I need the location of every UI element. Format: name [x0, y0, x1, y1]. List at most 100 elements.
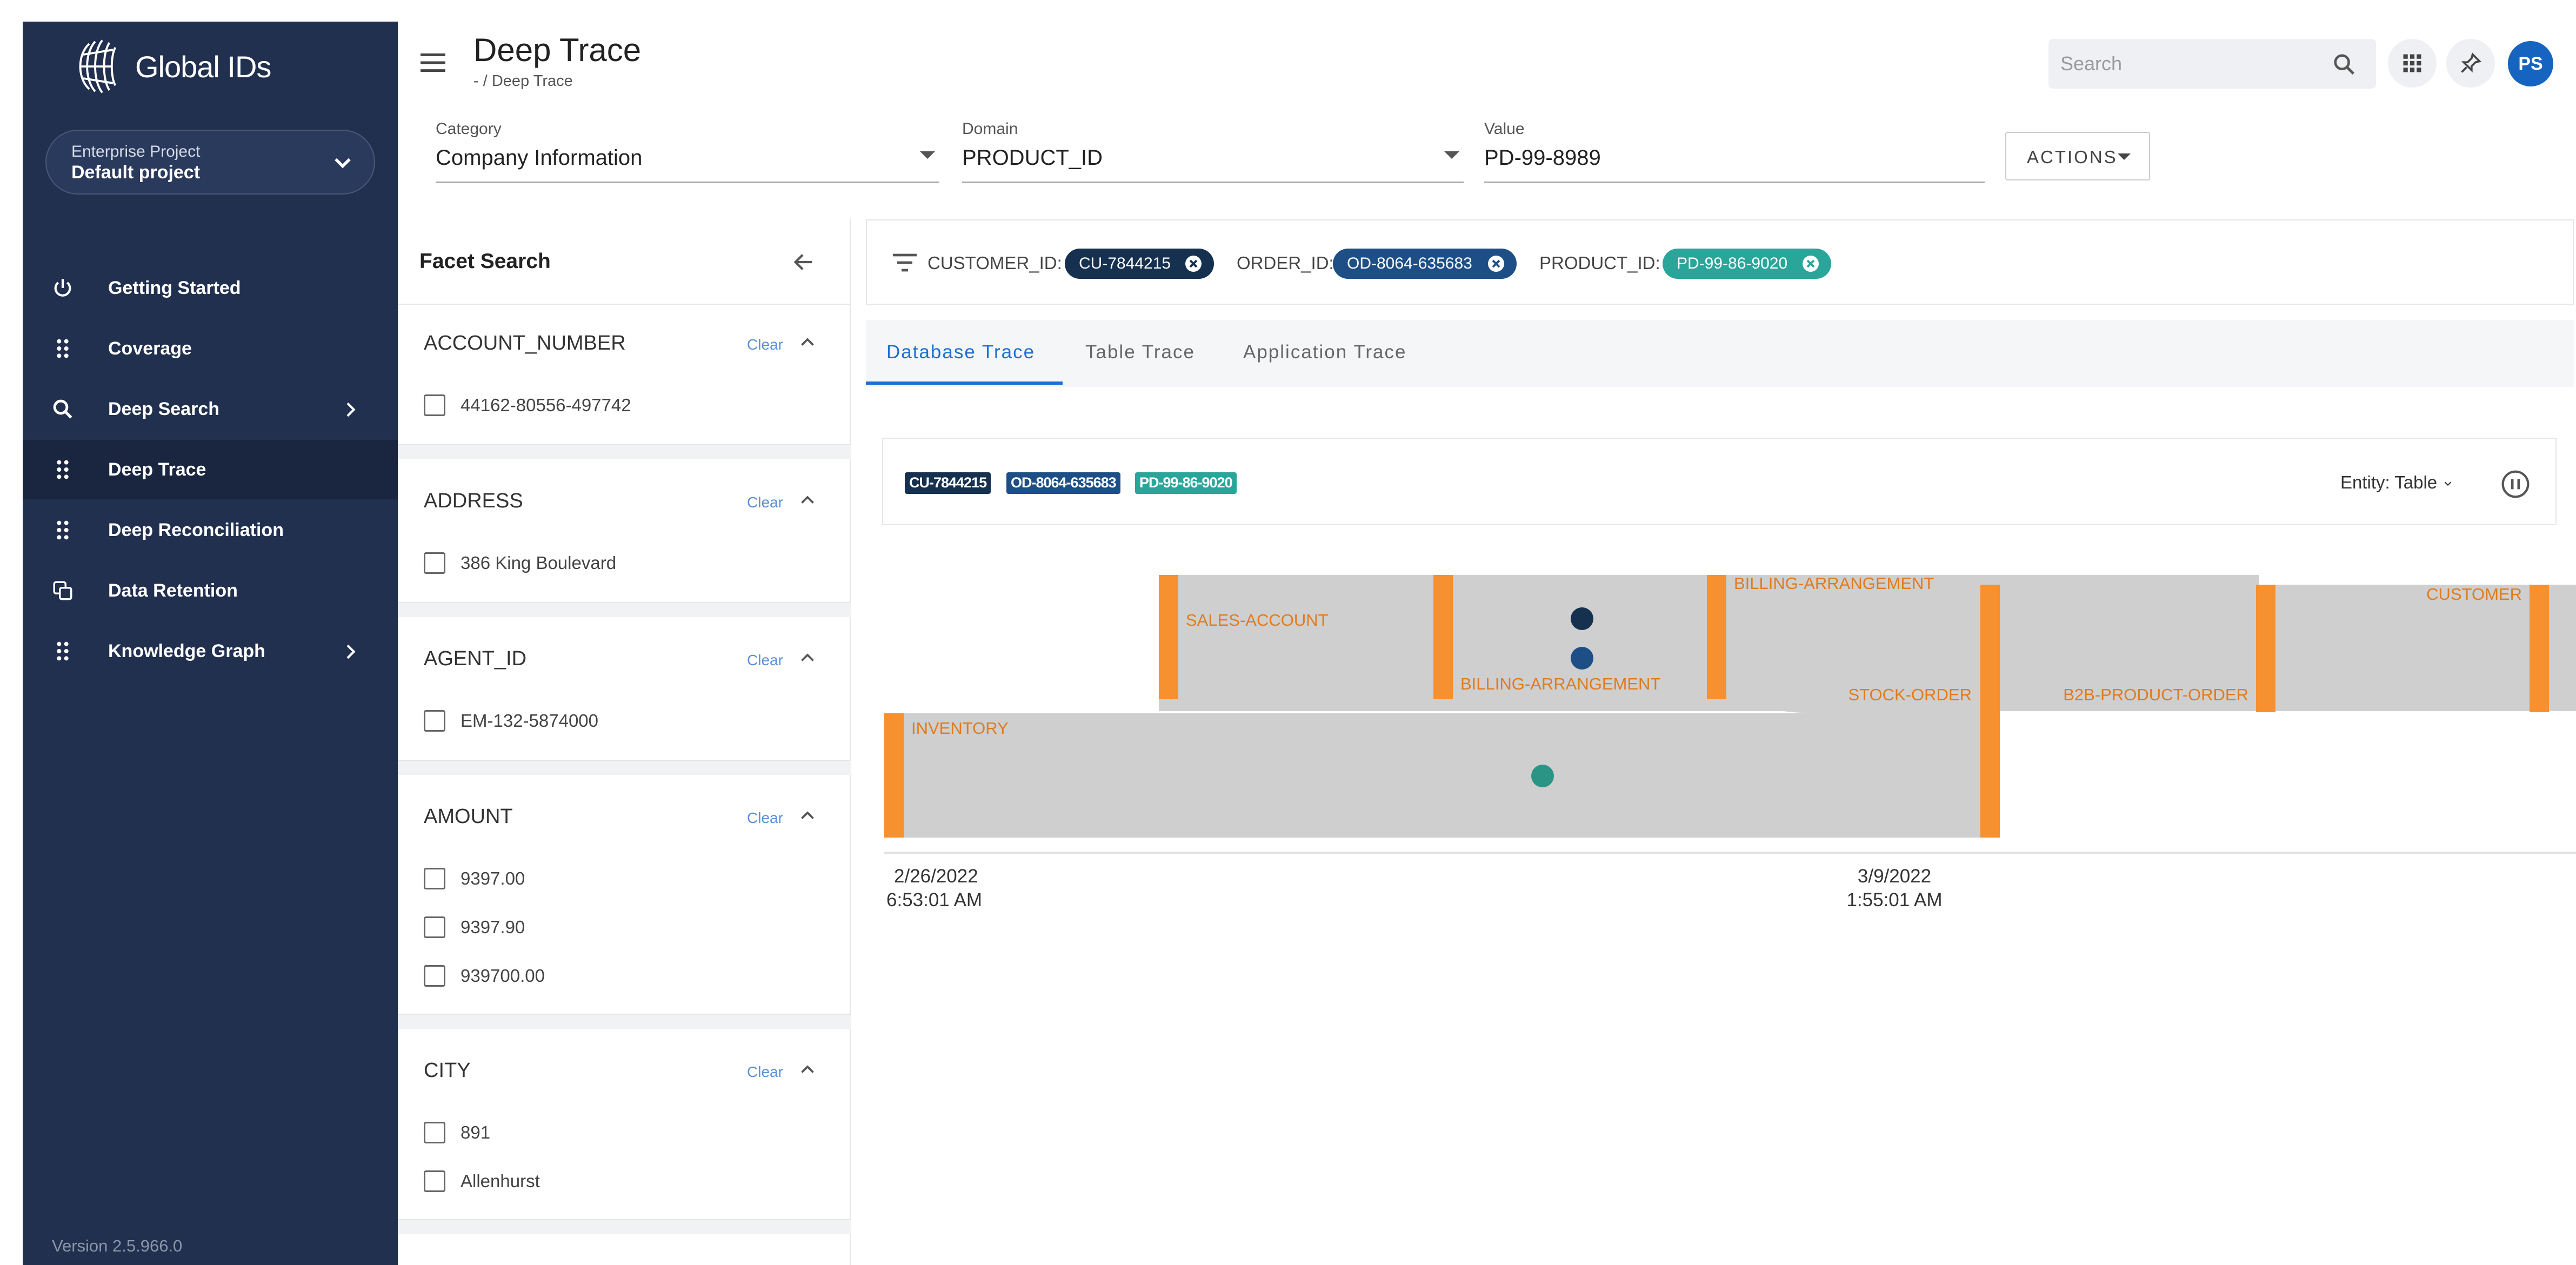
trace-dot-product[interactable] — [1531, 765, 1554, 787]
project-selector[interactable]: Enterprise Project Default project — [45, 130, 375, 195]
facet-option[interactable]: 9397.90 — [424, 916, 525, 938]
search-icon[interactable] — [2332, 52, 2357, 77]
apps-button[interactable] — [2388, 39, 2437, 88]
close-icon[interactable] — [1486, 254, 1506, 273]
pause-icon[interactable] — [2500, 469, 2531, 499]
tab-table-trace[interactable]: Table Trace — [1085, 342, 1195, 363]
facet-group-name: ADDRESS — [424, 490, 523, 512]
facet-panel: Facet Search ACCOUNT_NUMBER Clear 44162-… — [398, 219, 851, 1265]
checkbox[interactable] — [424, 868, 445, 889]
arrow-left-icon[interactable] — [790, 250, 817, 275]
checkbox[interactable] — [424, 1170, 445, 1192]
chevron-down-icon — [2445, 481, 2452, 486]
facet-separator — [398, 1015, 851, 1029]
trace-label-billing-arrangement-1: BILLING-ARRANGEMENT — [1460, 674, 1660, 693]
sidebar-item-getting-started[interactable]: Getting Started — [23, 258, 398, 318]
trace-node-sales-account[interactable] — [1159, 575, 1178, 699]
trace-node-billing-arrangement-1[interactable] — [1433, 575, 1453, 699]
trace-dot-customer[interactable] — [1571, 607, 1593, 630]
facet-clear-button[interactable]: Clear — [747, 1063, 783, 1081]
chip-value: OD-8064-635683 — [1347, 255, 1472, 272]
filter-chip-customer[interactable]: CU-7844215 — [1065, 249, 1214, 279]
chevron-up-icon[interactable] — [798, 1060, 817, 1080]
trace-label-billing-arrangement-2: BILLING-ARRANGEMENT — [1734, 574, 1934, 593]
sidebar-item-deep-search[interactable]: Deep Search — [23, 379, 398, 439]
trace-dot-order[interactable] — [1571, 647, 1593, 670]
facet-group-next — [398, 1220, 851, 1265]
tab-application-trace[interactable]: Application Trace — [1243, 342, 1406, 363]
caret-down-icon — [920, 151, 935, 159]
filter-chip-order[interactable]: OD-8064-635683 — [1333, 249, 1517, 279]
facet-option[interactable]: 44162-80556-497742 — [424, 394, 631, 416]
checkbox[interactable] — [424, 1122, 445, 1143]
facet-clear-button[interactable]: Clear — [747, 336, 783, 353]
facet-option[interactable]: 9397.00 — [424, 868, 525, 889]
checkbox[interactable] — [424, 394, 445, 416]
facet-option[interactable]: EM-132-5874000 — [424, 710, 598, 732]
facet-group-city: CITY Clear 891 Allenhurst — [398, 1015, 851, 1220]
domain-label: Domain — [962, 120, 1018, 138]
tab-database-trace[interactable]: Database Trace — [886, 342, 1035, 363]
entity-selector[interactable]: Entity: Table — [2340, 472, 2454, 493]
checkbox[interactable] — [424, 916, 445, 938]
trace-node-billing-arrangement-2[interactable] — [1707, 575, 1726, 699]
actions-button[interactable]: ACTIONS — [2005, 132, 2150, 180]
filter-chip-product[interactable]: PD-99-86-9020 — [1663, 249, 1831, 279]
trace-node-customer[interactable] — [2530, 585, 2549, 712]
chevron-up-icon[interactable] — [798, 806, 817, 826]
facet-clear-button[interactable]: Clear — [747, 652, 783, 669]
time-label-date: 2/26/2022 — [894, 866, 978, 887]
domain-select[interactable]: Domain PRODUCT_ID — [962, 119, 1464, 183]
facet-group-name: ACCOUNT_NUMBER — [424, 332, 626, 354]
close-icon[interactable] — [1184, 254, 1203, 273]
filter-icon[interactable] — [892, 252, 918, 273]
trace-node-b2b-product-order[interactable] — [2256, 585, 2275, 712]
chevron-up-icon[interactable] — [798, 648, 817, 668]
search-input[interactable] — [2060, 39, 2320, 89]
mini-chip-order: OD-8064-635683 — [1006, 472, 1120, 494]
value-field[interactable]: Value PD-99-8989 — [1484, 119, 1985, 183]
facet-option-label: 9397.00 — [461, 868, 525, 888]
trace-label-sales-account: SALES-ACCOUNT — [1186, 611, 1329, 630]
sidebar-item-data-retention[interactable]: Data Retention — [23, 561, 398, 620]
tab-active-indicator — [866, 381, 1063, 385]
hamburger-menu-icon[interactable] — [419, 51, 446, 75]
facet-option[interactable]: 939700.00 — [424, 965, 545, 987]
facet-option[interactable]: Allenhurst — [424, 1170, 540, 1192]
sidebar-item-knowledge-graph[interactable]: Knowledge Graph — [23, 621, 398, 681]
pin-button[interactable] — [2446, 39, 2495, 88]
chevron-right-icon — [346, 402, 356, 417]
value-value: PD-99-8989 — [1484, 146, 1601, 170]
chevron-right-icon — [346, 644, 356, 659]
sidebar-item-label: Data Retention — [108, 580, 238, 601]
facet-option[interactable]: 891 — [424, 1122, 490, 1143]
checkbox[interactable] — [424, 552, 445, 574]
app-logo-text: Global IDs — [135, 49, 271, 84]
facet-separator — [398, 1220, 851, 1234]
facet-clear-button[interactable]: Clear — [747, 494, 783, 511]
chevron-down-icon — [335, 158, 351, 169]
facet-clear-button[interactable]: Clear — [747, 809, 783, 827]
checkbox[interactable] — [424, 710, 445, 732]
sidebar-item-deep-reconciliation[interactable]: Deep Reconciliation — [23, 500, 398, 560]
trace-label-b2b-product-order: B2B-PRODUCT-ORDER — [2063, 685, 2248, 704]
chevron-up-icon[interactable] — [798, 491, 817, 510]
actions-label: ACTIONS — [2027, 147, 2118, 167]
sidebar-item-coverage[interactable]: Coverage — [23, 319, 398, 378]
category-select[interactable]: Category Company Information — [436, 119, 939, 183]
facet-option[interactable]: 386 King Boulevard — [424, 552, 616, 574]
trace-node-inventory[interactable] — [884, 713, 904, 838]
trace-toolbar: CU-7844215 OD-8064-635683 PD-99-86-9020 … — [882, 438, 2557, 525]
time-label-time: 6:53:01 AM — [886, 889, 983, 911]
facet-header: Facet Search — [398, 219, 851, 305]
breadcrumb[interactable]: - / Deep Trace — [473, 72, 573, 90]
user-avatar[interactable]: PS — [2508, 41, 2553, 86]
trace-node-stock-order[interactable] — [1980, 585, 2000, 838]
close-icon[interactable] — [1801, 254, 1820, 273]
facet-option-label: 9397.90 — [461, 917, 525, 937]
chevron-up-icon[interactable] — [798, 333, 817, 352]
sidebar-item-deep-trace[interactable]: Deep Trace — [23, 440, 398, 499]
trace-tabs: Database Trace Table Trace Application T… — [866, 320, 2574, 387]
app-logo[interactable]: Global IDs — [71, 31, 271, 102]
checkbox[interactable] — [424, 965, 445, 987]
